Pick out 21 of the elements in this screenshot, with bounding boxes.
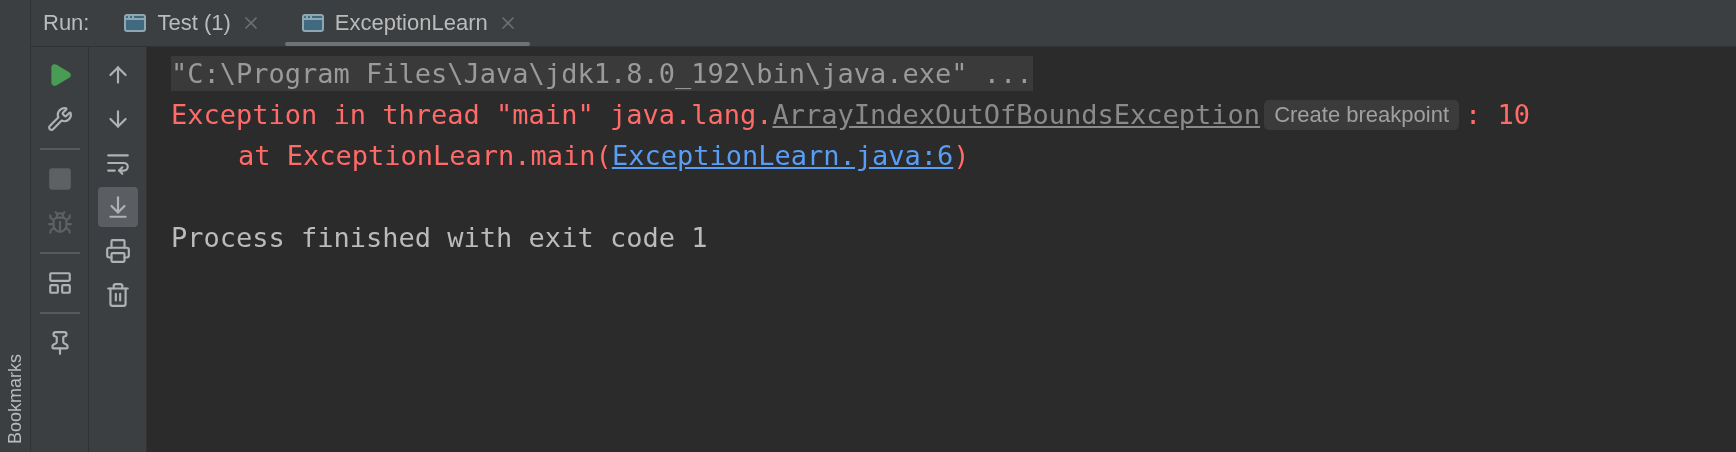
- exit-message: Process finished with exit code 1: [171, 222, 708, 253]
- scroll-to-end-button[interactable]: [97, 187, 138, 227]
- layout-icon: [46, 270, 73, 296]
- stop-icon: [46, 166, 73, 192]
- run-label: Run:: [42, 9, 91, 37]
- error-text: at ExceptionLearn.main(: [238, 140, 612, 171]
- error-text: : 10: [1465, 99, 1531, 130]
- run-tab[interactable]: ExceptionLearn: [284, 0, 530, 46]
- printer-icon: [104, 238, 131, 264]
- create-breakpoint-hint[interactable]: Create breakpoint: [1264, 99, 1459, 130]
- bug-icon: [46, 210, 73, 236]
- file-link[interactable]: ExceptionLearn.java:6: [611, 140, 954, 171]
- error-text: ): [953, 140, 970, 171]
- window-icon: [300, 11, 325, 35]
- trash-icon: [104, 282, 131, 308]
- bookmarks-tab[interactable]: Bookmarks: [4, 349, 26, 448]
- error-text: Exception in thread "main" java.lang.: [171, 99, 773, 130]
- run-tab[interactable]: Test (1): [107, 0, 273, 46]
- window-icon: [123, 11, 148, 35]
- wrench-icon: [46, 106, 73, 132]
- class-link[interactable]: ArrayIndexOutOfBoundsException: [772, 99, 1261, 130]
